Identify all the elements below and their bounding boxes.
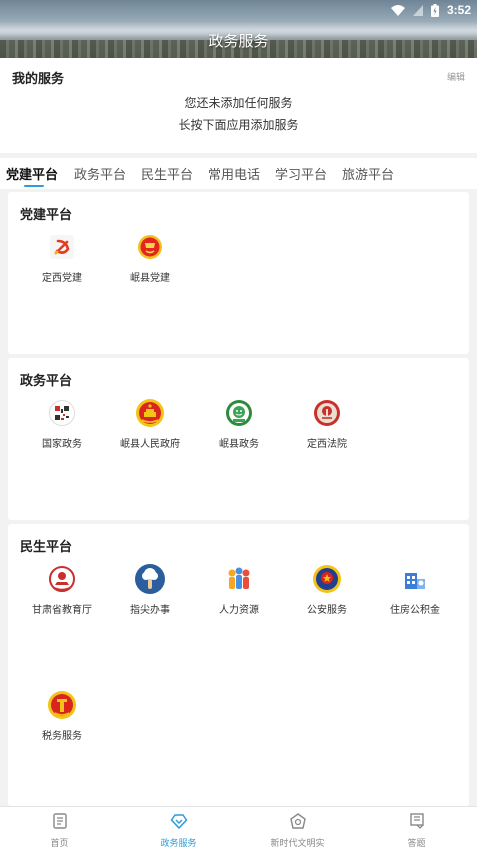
platform-tabs: 党建平台 政务平台 民生平台 常用电话 学习平台 旅游平台 xyxy=(0,153,477,189)
service-housing-fund[interactable]: 住房公积金 xyxy=(371,564,459,616)
service-fingertip[interactable]: 指尖办事 xyxy=(106,564,194,616)
nav-label: 政务服务 xyxy=(160,839,197,848)
section-gov-title: 政务平台 xyxy=(20,374,73,389)
tab-study[interactable]: 学习平台 xyxy=(275,164,327,183)
section-party-title: 党建平台 xyxy=(20,208,73,223)
gov-service-icon xyxy=(224,398,254,428)
service-education[interactable]: 甘肃省教育厅 xyxy=(18,564,106,616)
nav-home[interactable]: 首页 xyxy=(0,813,119,848)
home-icon xyxy=(52,813,67,829)
tab-party[interactable]: 党建平台 xyxy=(6,164,58,183)
service-tax[interactable]: 税务服务 xyxy=(18,690,106,742)
service-national-gov[interactable]: 国家政务 xyxy=(18,398,106,450)
service-label: 定西党建 xyxy=(42,273,82,284)
empty-hint-line2: 长按下面应用添加服务 xyxy=(178,118,299,132)
section-life: 民生平台 甘肃省教育厅 指尖办事 人力资源 公安服务 住房公积金 税务服务 xyxy=(8,524,469,806)
education-icon xyxy=(47,564,77,594)
service-police[interactable]: 公安服务 xyxy=(283,564,371,616)
qr-code-icon xyxy=(47,398,77,428)
nav-label: 首页 xyxy=(50,839,69,848)
battery-icon xyxy=(430,3,439,17)
service-label: 岷县党建 xyxy=(130,273,170,284)
edit-button[interactable]: 编辑 xyxy=(447,70,465,83)
status-bar: 3:52 xyxy=(390,2,471,18)
quiz-icon xyxy=(409,813,424,829)
service-minxian-gov[interactable]: 岷县人民政府 xyxy=(106,398,194,450)
tab-travel[interactable]: 旅游平台 xyxy=(342,164,394,183)
tab-gov[interactable]: 政务平台 xyxy=(74,164,126,183)
nav-quiz[interactable]: 答题 xyxy=(357,813,476,848)
national-emblem-icon xyxy=(135,398,165,428)
section-gov: 政务平台 国家政务 岷县人民政府 岷县政务 定西法院 xyxy=(8,358,469,520)
service-label: 国家政务 xyxy=(42,439,82,450)
service-label: 人力资源 xyxy=(219,605,259,616)
section-life-title: 民生平台 xyxy=(20,540,73,555)
empty-hint-line1: 您还未添加任何服务 xyxy=(184,96,293,110)
service-label: 住房公积金 xyxy=(390,605,440,616)
signal-icon xyxy=(412,4,423,16)
service-label: 公安服务 xyxy=(307,605,347,616)
section-party: 党建平台 定西党建 岷县党建 xyxy=(8,192,469,354)
human-resources-icon xyxy=(224,564,254,594)
tab-life[interactable]: 民生平台 xyxy=(141,164,193,183)
service-label: 税务服务 xyxy=(42,731,82,742)
wifi-icon xyxy=(390,4,405,16)
header-banner: 3:52 政务服务 xyxy=(0,0,477,58)
party-flag-icon xyxy=(135,232,165,262)
housing-fund-icon xyxy=(400,564,430,594)
my-services-title: 我的服务 xyxy=(12,72,65,87)
service-dingxi-court[interactable]: 定西法院 xyxy=(283,398,371,450)
tax-emblem-icon xyxy=(47,690,77,720)
service-label: 定西法院 xyxy=(307,439,347,450)
service-minxian-party[interactable]: 岷县党建 xyxy=(106,232,194,284)
service-dingxi-party[interactable]: 定西党建 xyxy=(18,232,106,284)
nav-label: 答题 xyxy=(407,839,426,848)
police-emblem-icon xyxy=(312,564,342,594)
tab-phone[interactable]: 常用电话 xyxy=(208,164,260,183)
fingertip-icon xyxy=(135,564,165,594)
party-emblem-icon xyxy=(47,232,77,262)
active-tab-indicator xyxy=(24,185,44,187)
nav-civilization[interactable]: 新时代文明实 xyxy=(238,813,357,848)
service-label: 岷县政务 xyxy=(219,439,259,450)
my-services-panel: 我的服务 编辑 您还未添加任何服务 长按下面应用添加服务 xyxy=(0,58,477,153)
service-label: 指尖办事 xyxy=(130,605,170,616)
gov-service-nav-icon xyxy=(170,814,187,830)
court-emblem-icon xyxy=(312,398,342,428)
status-time: 3:52 xyxy=(446,3,471,17)
nav-label: 新时代文明实 xyxy=(270,839,325,848)
service-human-resources[interactable]: 人力资源 xyxy=(195,564,283,616)
page-title: 政务服务 xyxy=(208,32,269,50)
service-label: 甘肃省教育厅 xyxy=(32,605,92,616)
service-label: 岷县人民政府 xyxy=(120,439,180,450)
bottom-nav: 首页 政务服务 新时代文明实 答题 xyxy=(0,806,477,848)
service-minxian-affairs[interactable]: 岷县政务 xyxy=(195,398,283,450)
nav-gov-service[interactable]: 政务服务 xyxy=(119,813,238,848)
civilization-icon xyxy=(289,813,306,829)
